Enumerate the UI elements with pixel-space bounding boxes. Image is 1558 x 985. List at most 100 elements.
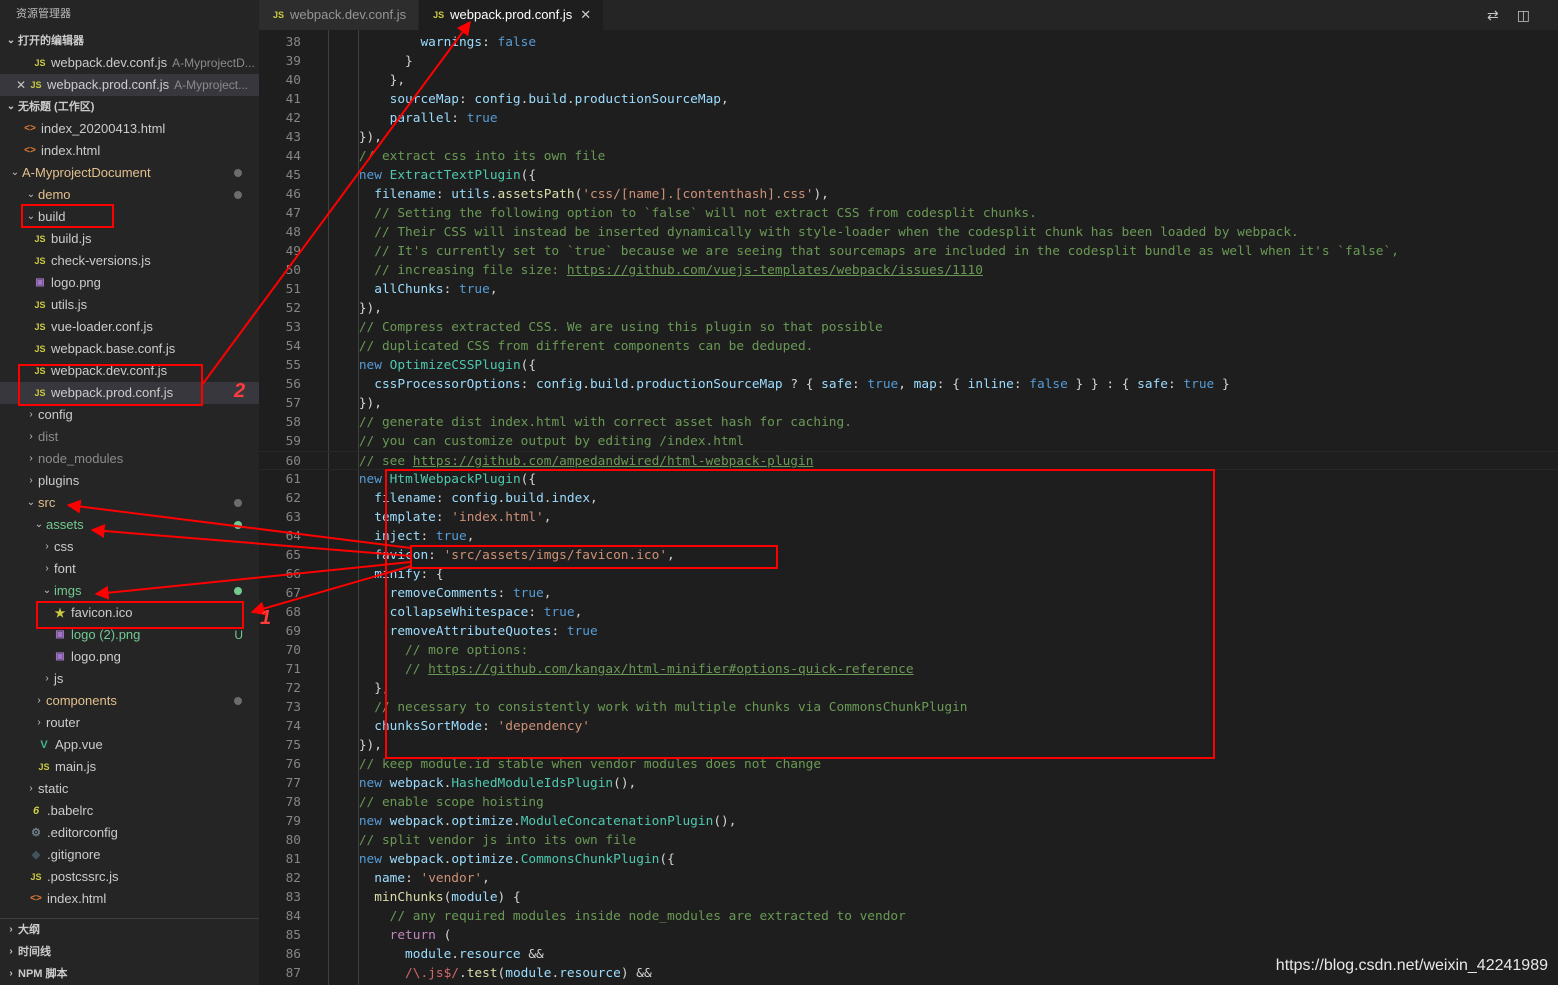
tree-item-file[interactable]: JS build.js [0,228,259,250]
code-line[interactable]: 58 // generate dist index.html with corr… [259,413,1558,432]
code-line[interactable]: 53 // Compress extracted CSS. We are usi… [259,318,1558,337]
tree-item-file[interactable]: JS .postcssrc.js [0,866,259,888]
code-line[interactable]: 38 warnings: false [259,33,1558,52]
code-line[interactable]: 63 template: 'index.html', [259,508,1558,527]
tree-item-folder[interactable]: › plugins [0,470,259,492]
code-line[interactable]: 85 return ( [259,926,1558,945]
tree-item-file[interactable]: ▣ logo.png [0,272,259,294]
tree-item-folder[interactable]: ⌄ A-MyprojectDocument [0,162,259,184]
code-line[interactable]: 71 // https://github.com/kangax/html-min… [259,660,1558,679]
tree-item-file[interactable]: JS webpack.prod.conf.js [0,382,259,404]
code-line[interactable]: 82 name: 'vendor', [259,869,1558,888]
code-line[interactable]: 68 collapseWhitespace: true, [259,603,1558,622]
code-line[interactable]: 79 new webpack.optimize.ModuleConcatenat… [259,812,1558,831]
code-line[interactable]: 45 new ExtractTextPlugin({ [259,166,1558,185]
close-icon[interactable]: ✕ [580,0,591,30]
tree-item-file[interactable]: JS webpack.base.conf.js [0,338,259,360]
code-line[interactable]: 40 }, [259,71,1558,90]
code-line[interactable]: 74 chunksSortMode: 'dependency' [259,717,1558,736]
code-line[interactable]: 56 cssProcessorOptions: config.build.pro… [259,375,1558,394]
tree-item-folder[interactable]: › css [0,536,259,558]
close-icon[interactable]: ✕ [14,74,28,96]
code-line[interactable]: 55 new OptimizeCSSPlugin({ [259,356,1558,375]
tree-item-folder[interactable]: › font [0,558,259,580]
timeline-header[interactable]: › 时间线 [0,941,259,963]
code-line[interactable]: 39 } [259,52,1558,71]
split-editor-icon[interactable]: ◫ [1517,7,1530,24]
tree-item-file[interactable]: JS check-versions.js [0,250,259,272]
tree-item-folder[interactable]: ⌄ build [0,206,259,228]
code-text: new webpack.HashedModuleIdsPlugin(), [358,776,637,791]
tree-item-file[interactable]: JS webpack.dev.conf.js [0,360,259,382]
open-editor-item[interactable]: ✕ JS webpack.prod.conf.js A-Myproject... [0,74,259,96]
code-line[interactable]: 72 }, [259,679,1558,698]
code-line[interactable]: 66 minify: { [259,565,1558,584]
code-line[interactable]: 75 }), [259,736,1558,755]
code-line[interactable]: 57 }), [259,394,1558,413]
code-line[interactable]: 64 inject: true, [259,527,1558,546]
tree-item-folder[interactable]: ⌄ assets [0,514,259,536]
code-line[interactable]: 54 // duplicated CSS from different comp… [259,337,1558,356]
open-editors-header[interactable]: ⌄ 打开的编辑器 [0,30,259,52]
code-line[interactable]: 46 filename: utils.assetsPath('css/[name… [259,185,1558,204]
code-line[interactable]: 76 // keep module.id stable when vendor … [259,755,1558,774]
code-line[interactable]: 77 new webpack.HashedModuleIdsPlugin(), [259,774,1558,793]
tree-item-folder[interactable]: ⌄ src [0,492,259,514]
tree-item-file[interactable]: JS utils.js [0,294,259,316]
code-line[interactable]: 62 filename: config.build.index, [259,489,1558,508]
code-line[interactable]: 69 removeAttributeQuotes: true [259,622,1558,641]
tree-item-file[interactable]: ▣ logo.png [0,646,259,668]
tree-item-folder[interactable]: ⌄ imgs [0,580,259,602]
code-line[interactable]: 80 // split vendor js into its own file [259,831,1558,850]
code-line[interactable]: 73 // necessary to consistently work wit… [259,698,1558,717]
code-line[interactable]: 61 new HtmlWebpackPlugin({ [259,470,1558,489]
tree-item-folder[interactable]: › router [0,712,259,734]
line-number: 47 [285,206,301,221]
npm-scripts-header[interactable]: › NPM 脚本 [0,963,259,985]
open-editor-item[interactable]: JS webpack.dev.conf.js A-MyprojectD... [0,52,259,74]
tree-item-file[interactable]: <> index.html [0,140,259,162]
code-line[interactable]: 51 allChunks: true, [259,280,1558,299]
tree-item-file[interactable]: V App.vue [0,734,259,756]
code-line[interactable]: 49 // It's currently set to `true` becau… [259,242,1558,261]
tree-item-folder[interactable]: › config [0,404,259,426]
code-line[interactable]: 83 minChunks(module) { [259,888,1558,907]
outline-header[interactable]: › 大纲 [0,919,259,941]
tree-item-file[interactable]: JS main.js [0,756,259,778]
code-line[interactable]: 84 // any required modules inside node_m… [259,907,1558,926]
tree-item-folder[interactable]: ⌄ demo [0,184,259,206]
tab-webpack-prod[interactable]: JS webpack.prod.conf.js ✕ [419,0,605,30]
code-line[interactable]: 41 sourceMap: config.build.productionSou… [259,90,1558,109]
tree-item-file[interactable]: <> index.html [0,888,259,910]
code-line[interactable]: 52 }), [259,299,1558,318]
code-line[interactable]: 78 // enable scope hoisting [259,793,1558,812]
code-line[interactable]: 59 // you can customize output by editin… [259,432,1558,451]
code-line[interactable]: 67 removeComments: true, [259,584,1558,603]
tree-item-folder[interactable]: › components [0,690,259,712]
code-line[interactable]: 44 // extract css into its own file [259,147,1558,166]
tree-item-file[interactable]: ◆ .gitignore [0,844,259,866]
code-line[interactable]: 81 new webpack.optimize.CommonsChunkPlug… [259,850,1558,869]
tree-item-folder[interactable]: › static [0,778,259,800]
tree-item-file[interactable]: ⚙ .editorconfig [0,822,259,844]
code-line[interactable]: 50 // increasing file size: https://gith… [259,261,1558,280]
source-control-compare-icon[interactable]: ⇄ [1487,7,1499,24]
tree-item-file[interactable]: JS vue-loader.conf.js [0,316,259,338]
code-line[interactable]: 70 // more options: [259,641,1558,660]
code-line[interactable]: 43 }), [259,128,1558,147]
code-line[interactable]: 47 // Setting the following option to `f… [259,204,1558,223]
code-line[interactable]: 42 parallel: true [259,109,1558,128]
code-line[interactable]: 65 favicon: 'src/assets/imgs/favicon.ico… [259,546,1558,565]
workspace-header[interactable]: ⌄ 无标题 (工作区) [0,96,259,118]
code-editor[interactable]: 38 warnings: false 39 } 40 }, 41 sourceMap:… [259,30,1558,985]
code-line[interactable]: 60 // see https://github.com/ampedandwir… [259,451,1558,470]
tree-item-file[interactable]: 6 .babelrc [0,800,259,822]
tree-item-folder[interactable]: › node_modules [0,448,259,470]
tree-item-file[interactable]: ★ favicon.ico [0,602,259,624]
code-line[interactable]: 48 // Their CSS will instead be inserted… [259,223,1558,242]
tab-webpack-dev[interactable]: JS webpack.dev.conf.js [259,0,420,30]
tree-item-file[interactable]: ▣ logo (2).png U [0,624,259,646]
tree-item-folder[interactable]: › js [0,668,259,690]
tree-item-file[interactable]: <> index_20200413.html [0,118,259,140]
tree-item-folder[interactable]: › dist [0,426,259,448]
